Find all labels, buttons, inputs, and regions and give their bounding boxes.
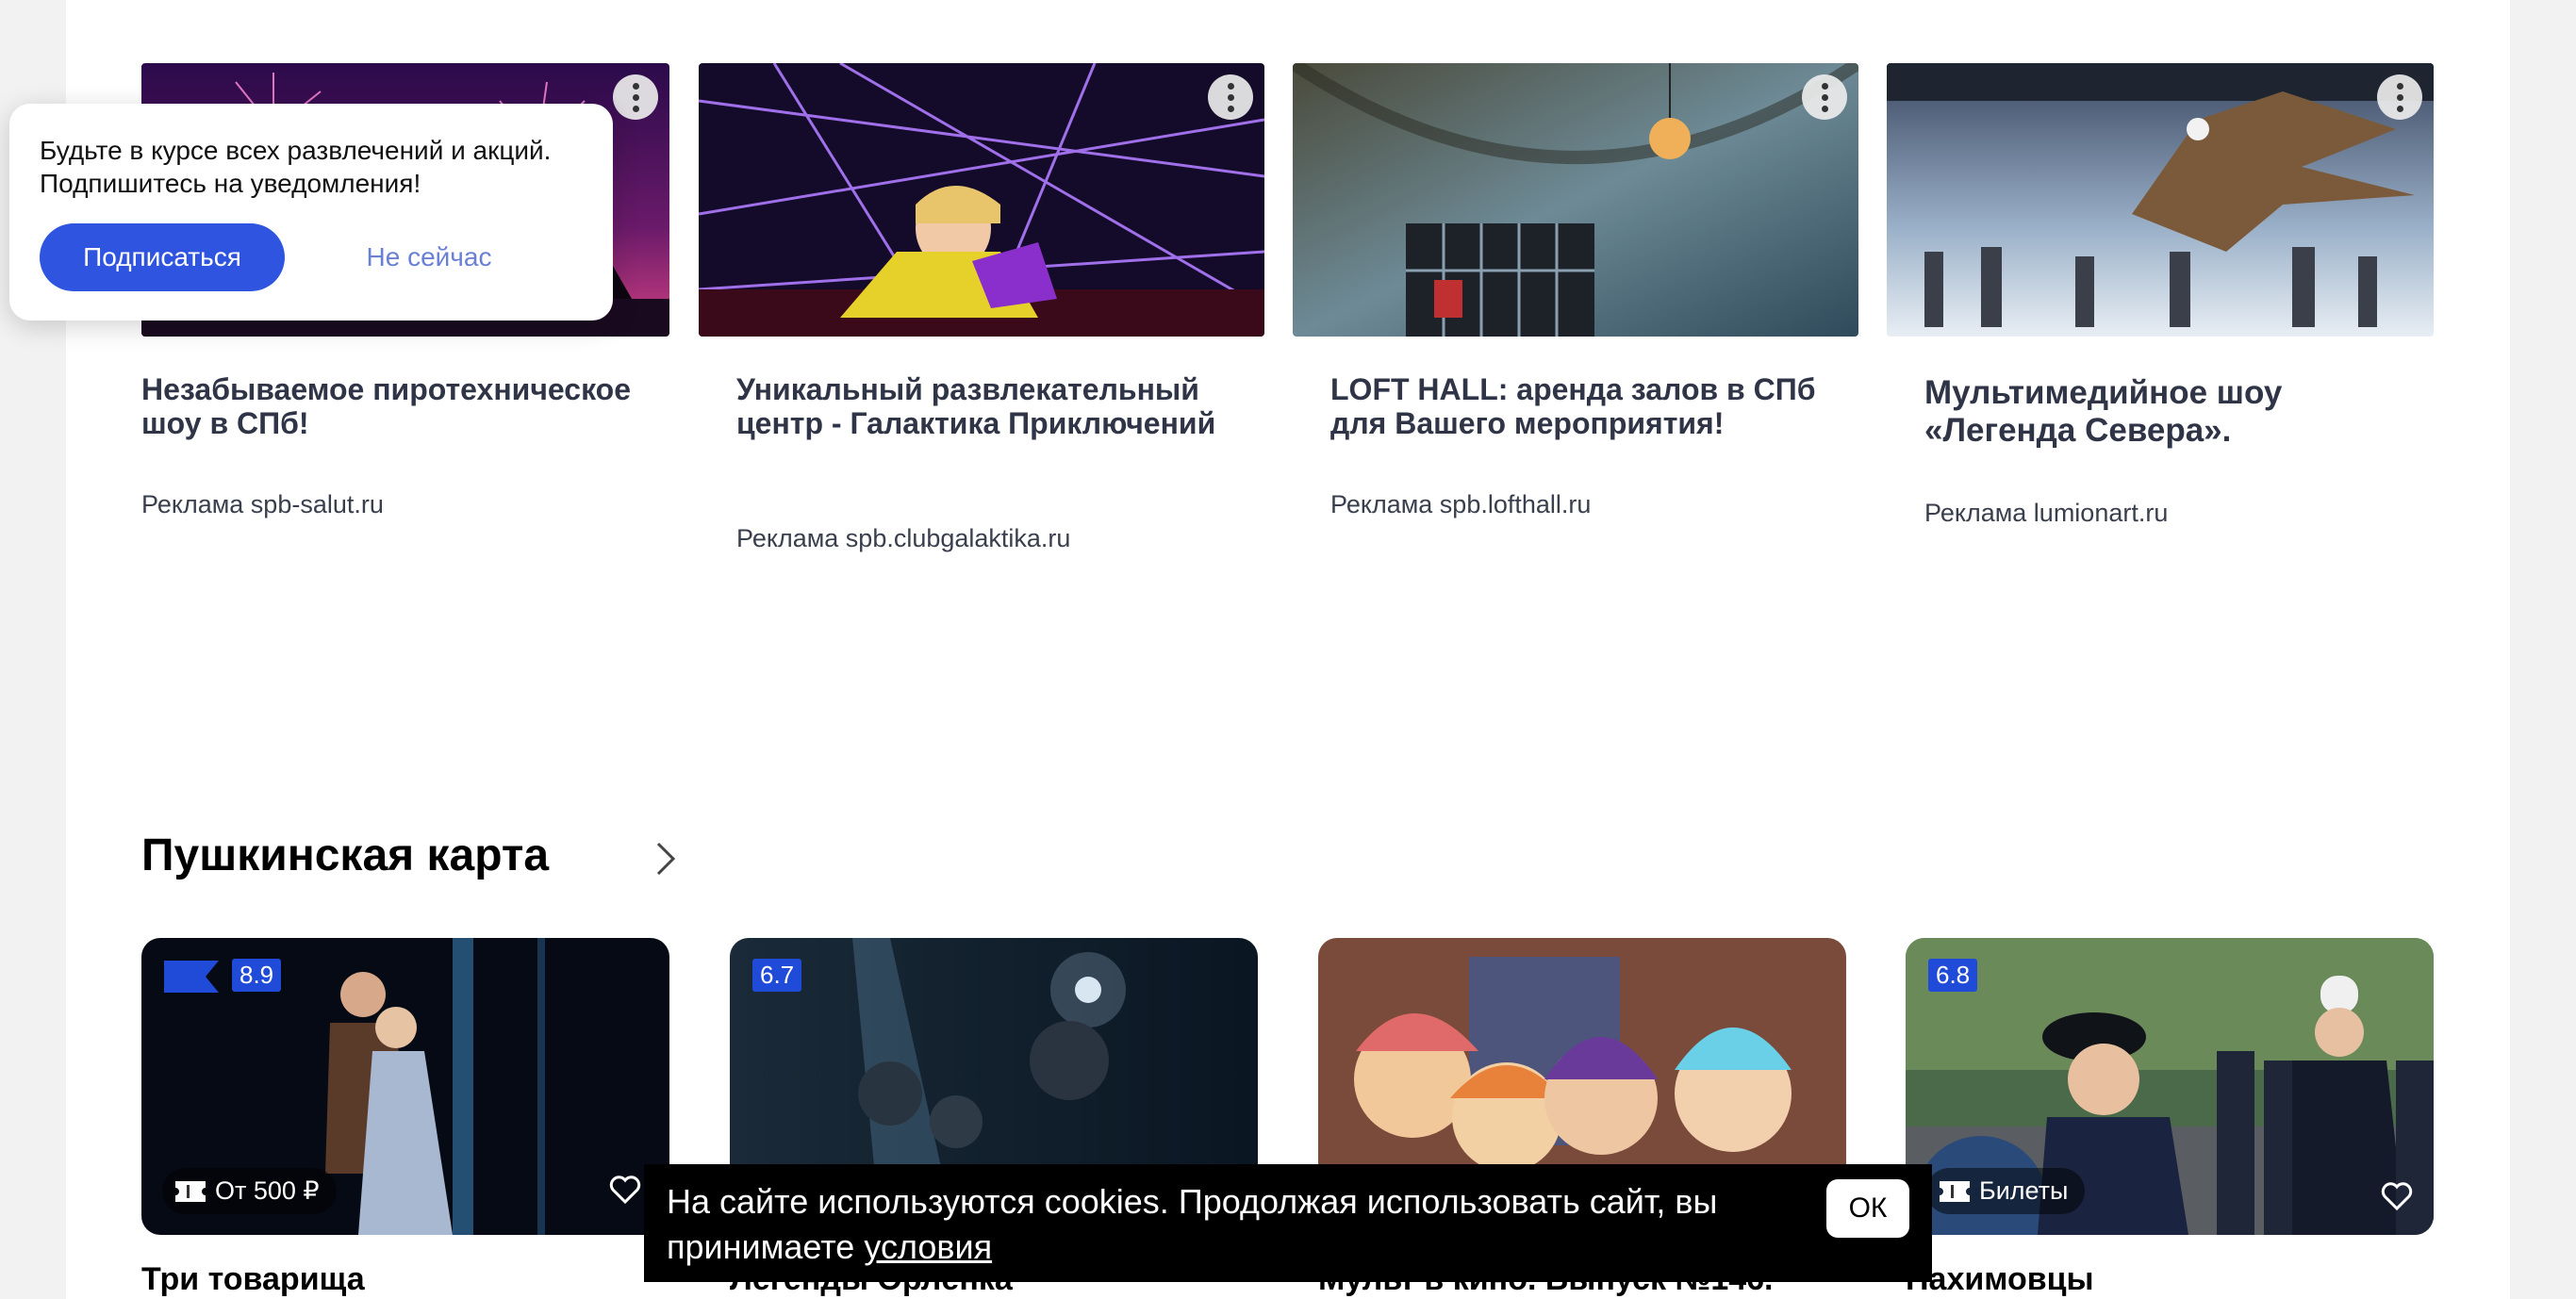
- tickets-label: Билеты: [1979, 1176, 2069, 1205]
- cookie-ok-button[interactable]: ОК: [1826, 1179, 1909, 1238]
- ad-source: Реклама lumionart.ru: [1924, 499, 2169, 527]
- rating-badge: 8.9: [232, 959, 282, 992]
- ticket-icon: [1940, 1180, 1970, 1202]
- heart-icon[interactable]: [2381, 1182, 2413, 1210]
- more-vertical-icon[interactable]: [1208, 74, 1253, 120]
- ticket-icon: [175, 1180, 206, 1202]
- cookie-message: На сайте используются cookies. Продолжая…: [667, 1182, 1718, 1266]
- notification-popup: Будьте в курсе всех развлечений и акций.…: [9, 104, 613, 321]
- event-title[interactable]: Три товарища: [141, 1261, 365, 1298]
- event-title[interactable]: Нахимовцы: [1906, 1261, 2094, 1298]
- ad-image[interactable]: [1887, 63, 2434, 337]
- rating-badge: 6.7: [752, 959, 802, 992]
- heart-icon[interactable]: [609, 1176, 641, 1204]
- ad-title[interactable]: Уникальный развлекательный центр - Галак…: [736, 372, 1264, 440]
- subscribe-button[interactable]: Подписаться: [40, 223, 285, 291]
- price-label: От 500 ₽: [215, 1176, 320, 1205]
- ad-title[interactable]: LOFT HALL: аренда залов в СПб для Вашего…: [1330, 372, 1858, 440]
- ad-source: Реклама spb.clubgalaktika.ru: [736, 524, 1071, 552]
- price-chip[interactable]: От 500 ₽: [162, 1168, 337, 1214]
- ad-title[interactable]: Мультимедийное шоу «Легенда Севера».: [1924, 374, 2415, 450]
- cookie-terms-link[interactable]: условия: [864, 1227, 992, 1266]
- ad-image[interactable]: [1293, 63, 1858, 337]
- event-image[interactable]: 6.8 Билеты: [1906, 938, 2434, 1235]
- more-vertical-icon[interactable]: [2377, 74, 2422, 120]
- cookie-text: На сайте используются cookies. Продолжая…: [667, 1179, 1751, 1270]
- more-vertical-icon[interactable]: [1802, 74, 1847, 120]
- rating-badge: 6.8: [1928, 959, 1978, 992]
- ad-source: Реклама spb-salut.ru: [141, 490, 384, 518]
- ad-source: Реклама spb.lofthall.ru: [1330, 490, 1592, 518]
- ad-image[interactable]: [699, 63, 1264, 337]
- cookie-banner: На сайте используются cookies. Продолжая…: [644, 1164, 1932, 1282]
- event-image[interactable]: 8.9 От 500 ₽: [141, 938, 669, 1235]
- bookmark-icon[interactable]: [164, 961, 219, 993]
- chevron-right-icon[interactable]: [652, 838, 681, 880]
- tickets-chip[interactable]: Билеты: [1926, 1168, 2086, 1214]
- notification-text: Будьте в курсе всех развлечений и акций.…: [40, 136, 552, 198]
- ad-title[interactable]: Незабываемое пиротехническое шоу в СПб!: [141, 372, 669, 440]
- section-title[interactable]: Пушкинская карта: [141, 830, 549, 881]
- not-now-button[interactable]: Не сейчас: [321, 223, 537, 291]
- more-vertical-icon[interactable]: [613, 74, 658, 120]
